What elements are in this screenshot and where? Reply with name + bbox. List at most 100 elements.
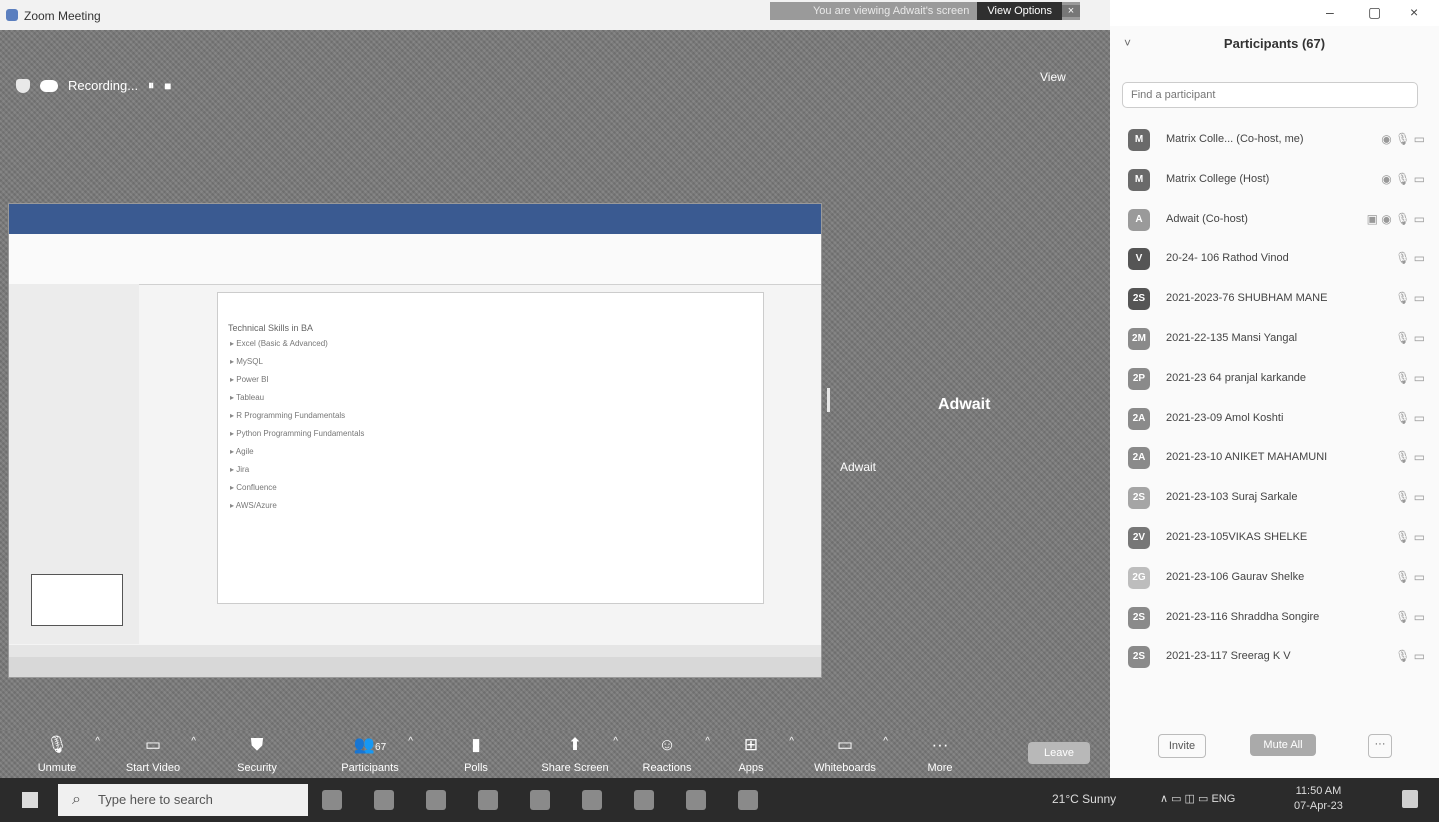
participant-status-icons[interactable]: 🎙 ▭ (1395, 411, 1425, 425)
participant-name: Matrix Colle... (Co-host, me) (1166, 133, 1304, 145)
participant-status-icons[interactable]: 🎙 ▭ (1395, 490, 1425, 504)
slide-bullet: Jira (230, 465, 364, 483)
participants-panel: ˅ Participants (67) Find a participant M… (1110, 26, 1439, 778)
chevron-up-icon[interactable]: ^ (789, 736, 794, 747)
more-dots-icon: ··· (931, 735, 949, 754)
chevron-up-icon[interactable]: ^ (883, 736, 888, 747)
app-taskbar-icon[interactable] (738, 790, 758, 810)
reactions-icon: ☺ (658, 735, 676, 754)
participants-button[interactable]: 👥67 Participants ^ (325, 730, 415, 778)
participant-row[interactable]: A Adwait (Co-host) ▣ ◉ 🎙 ▭ (1110, 200, 1439, 240)
leave-button[interactable]: Leave (1028, 742, 1090, 764)
more-button[interactable]: ··· More (895, 730, 985, 778)
unmute-button[interactable]: 🎙 Unmute ^ (12, 730, 102, 778)
taskbar-search-input[interactable]: Type here to search (58, 784, 308, 816)
shared-ribbon-header (9, 204, 821, 234)
polls-icon: ▮ (471, 735, 481, 754)
apps-button[interactable]: ⊞ Apps ^ (706, 730, 796, 778)
chevron-up-icon[interactable]: ^ (191, 736, 196, 747)
minimize-button[interactable]: – (1326, 4, 1334, 20)
security-shield-icon[interactable] (16, 78, 30, 93)
polls-button[interactable]: ▮ Polls (431, 730, 521, 778)
chevron-up-icon[interactable]: ^ (613, 736, 618, 747)
app-taskbar-icon[interactable] (686, 790, 706, 810)
view-options-button[interactable]: View Options (977, 2, 1062, 20)
reactions-button[interactable]: ☺ Reactions ^ (622, 730, 712, 778)
security-button[interactable]: ⛊ Security (212, 730, 302, 778)
participant-status-icons[interactable]: 🎙 ▭ (1395, 450, 1425, 464)
shared-screen[interactable]: Technical Skills in BA Excel (Basic & Ad… (8, 203, 822, 678)
weather-app-icon[interactable] (426, 790, 446, 810)
chevron-up-icon[interactable]: ^ (408, 736, 413, 747)
close-banner-button[interactable]: × (1062, 5, 1080, 17)
participant-row[interactable]: M Matrix Colle... (Co-host, me) ◉ 🎙 ▭ (1110, 120, 1439, 160)
viewing-banner: You are viewing Adwait's screen View Opt… (770, 2, 1080, 20)
participant-status-icons[interactable]: ◉ 🎙 ▭ (1381, 132, 1425, 146)
participant-row[interactable]: 2M 2021-22-135 Mansi Yangal 🎙 ▭ (1110, 319, 1439, 359)
participant-status-icons[interactable]: 🎙 ▭ (1395, 251, 1425, 265)
share-screen-button[interactable]: ⬆ Share Screen ^ (530, 730, 620, 778)
mute-all-button[interactable]: Mute All (1250, 734, 1316, 756)
participant-row[interactable]: 2S 2021-23-117 Sreerag K V 🎙 ▭ (1110, 637, 1439, 677)
participant-status-icons[interactable]: 🎙 ▭ (1395, 570, 1425, 584)
participant-row[interactable]: 2S 2021-23-116 Shraddha Songire 🎙 ▭ (1110, 598, 1439, 638)
participant-row[interactable]: 2A 2021-23-10 ANIKET MAHAMUNI 🎙 ▭ (1110, 438, 1439, 478)
bing-icon[interactable] (322, 790, 342, 810)
participant-row[interactable]: 2S 2021-23-103 Suraj Sarkale 🎙 ▭ (1110, 478, 1439, 518)
participant-row[interactable]: 2V 2021-23-105VIKAS SHELKE 🎙 ▭ (1110, 518, 1439, 558)
recording-label: Recording... (68, 78, 139, 93)
panel-more-button[interactable]: ··· (1368, 734, 1392, 758)
participant-status-icons[interactable]: ◉ 🎙 ▭ (1381, 172, 1425, 186)
chevron-up-icon[interactable]: ^ (95, 736, 100, 747)
participant-status-icons[interactable]: 🎙 ▭ (1395, 331, 1425, 345)
participant-status-icons[interactable]: 🎙 ▭ (1395, 649, 1425, 663)
participant-status-icons[interactable]: 🎙 ▭ (1395, 530, 1425, 544)
taskbar-weather[interactable]: 21°C Sunny (1052, 792, 1116, 806)
whiteboard-icon: ▭ (836, 735, 854, 754)
whiteboards-button[interactable]: ▭ Whiteboards ^ (800, 730, 890, 778)
close-window-button[interactable]: × (1410, 4, 1418, 20)
participant-search-input[interactable]: Find a participant (1122, 82, 1418, 108)
participant-row[interactable]: 2P 2021-23 64 pranjal karkande 🎙 ▭ (1110, 359, 1439, 399)
notification-icon[interactable] (1402, 790, 1418, 808)
stop-recording-button[interactable]: ■ (164, 79, 171, 93)
participant-name: 2021-23-105VIKAS SHELKE (1166, 530, 1308, 543)
shared-taskbar (9, 657, 821, 677)
participant-row[interactable]: V 20-24- 106 Rathod Vinod 🎙 ▭ (1110, 239, 1439, 279)
windows-start-icon[interactable] (22, 792, 38, 808)
microphone-muted-icon: 🎙 (46, 735, 68, 754)
participant-avatar: M (1128, 129, 1150, 151)
invite-button[interactable]: Invite (1158, 734, 1206, 758)
system-tray[interactable]: ∧ ▭ ◫ ▭ ENG (1160, 792, 1235, 805)
participants-count: 67 (375, 742, 387, 753)
participant-status-icons[interactable]: 🎙 ▭ (1395, 291, 1425, 305)
taskbar-clock[interactable]: 11:50 AM 07-Apr-23 (1294, 784, 1343, 814)
slide-bullet: Confluence (230, 483, 364, 501)
start-video-button[interactable]: ▭ Start Video ^ (108, 730, 198, 778)
pause-recording-button[interactable]: ⏸ (148, 78, 154, 93)
word-icon[interactable] (582, 790, 602, 810)
participant-status-icons[interactable]: 🎙 ▭ (1395, 371, 1425, 385)
participant-avatar: 2G (1128, 566, 1150, 589)
view-button[interactable]: View (1040, 70, 1066, 84)
speaker-indicator (827, 388, 830, 412)
participant-row[interactable]: 2A 2021-23-09 Amol Koshti 🎙 ▭ (1110, 399, 1439, 439)
participant-row[interactable]: 2S 2021-2023-76 SHUBHAM MANE 🎙 ▭ (1110, 279, 1439, 319)
chrome-icon[interactable] (530, 790, 550, 810)
participant-list: M Matrix Colle... (Co-host, me) ◉ 🎙 ▭ M Matr… (1110, 120, 1439, 677)
clock-time: 11:50 AM (1295, 785, 1342, 797)
file-explorer-icon[interactable] (478, 790, 498, 810)
window-controls: – ▢ × (1110, 0, 1439, 26)
slide-bullet: Tableau (230, 393, 364, 411)
participant-avatar: A (1128, 208, 1150, 231)
participant-status-icons[interactable]: ▣ ◉ 🎙 ▭ (1367, 212, 1425, 226)
security-label: Security (237, 762, 277, 774)
participant-avatar: M (1128, 168, 1150, 191)
participant-row[interactable]: 2G 2021-23-106 Gaurav Shelke 🎙 ▭ (1110, 558, 1439, 598)
maximize-button[interactable]: ▢ (1368, 4, 1381, 21)
task-view-icon[interactable] (374, 790, 394, 810)
participant-row[interactable]: M Matrix College (Host) ◉ 🎙 ▭ (1110, 160, 1439, 200)
participant-status-icons[interactable]: 🎙 ▭ (1395, 610, 1425, 624)
zoom-taskbar-icon[interactable] (634, 790, 654, 810)
reactions-label: Reactions (642, 762, 692, 774)
